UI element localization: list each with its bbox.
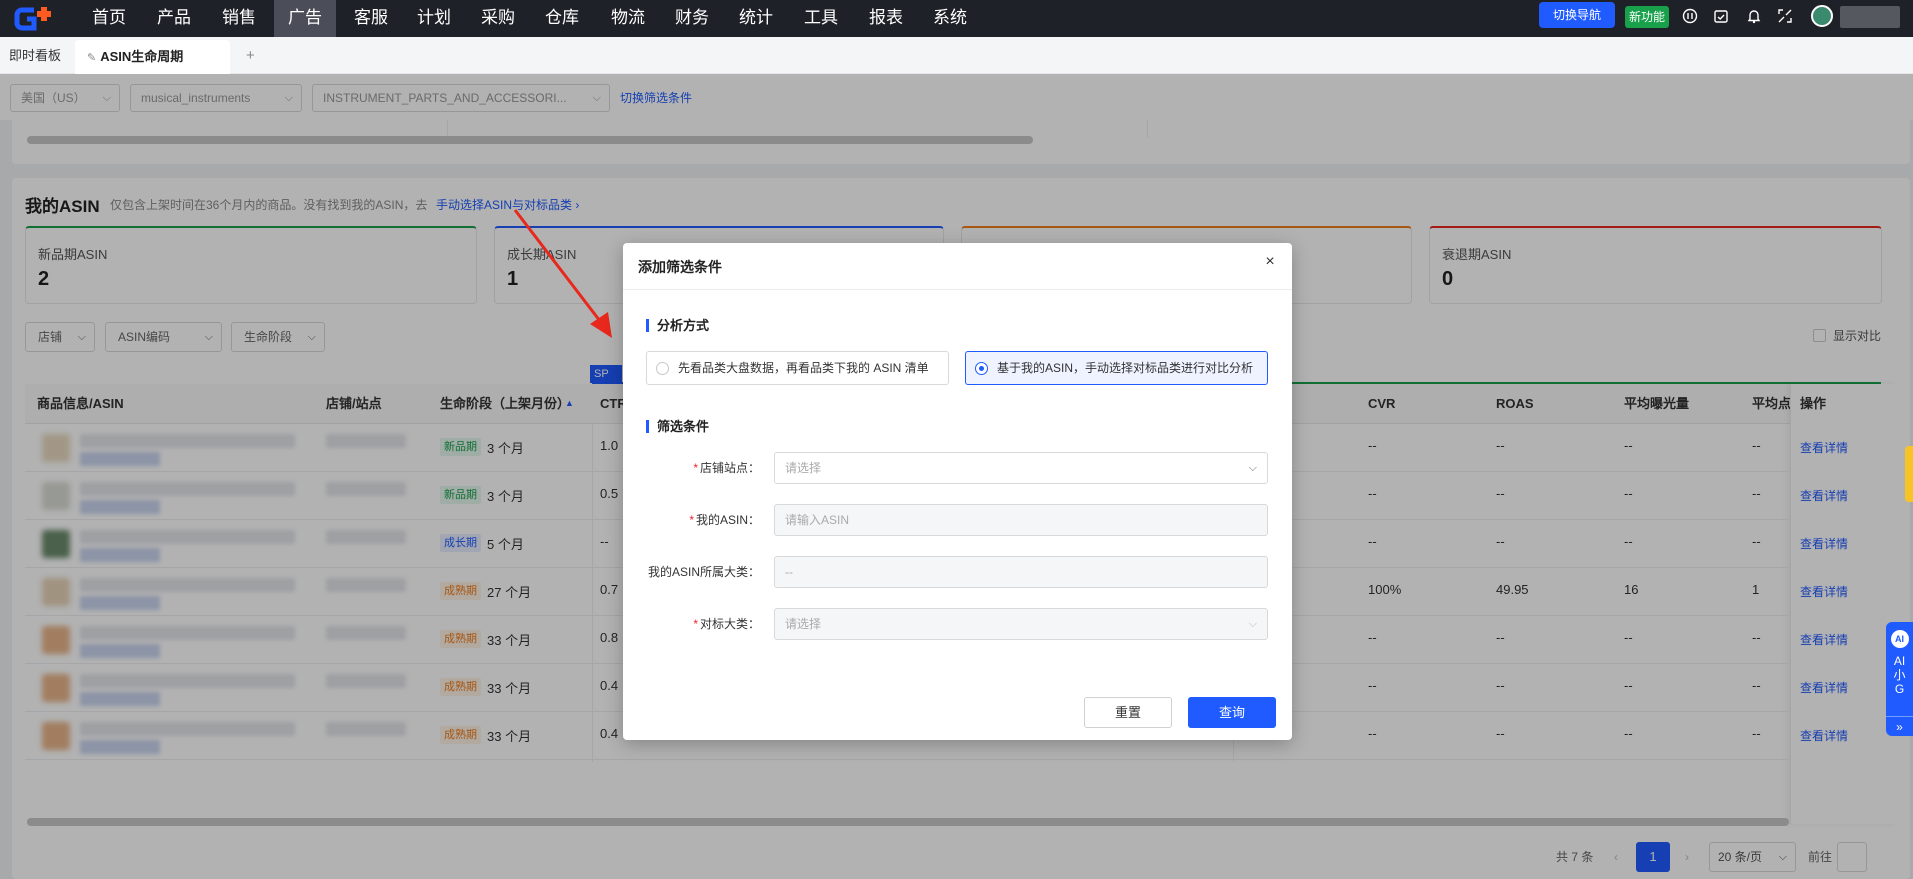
filter-conditions-heading: 筛选条件: [646, 420, 709, 433]
query-button[interactable]: 查询: [1188, 697, 1276, 728]
add-filter-dialog: [623, 243, 1292, 740]
new-feature-badge[interactable]: 新功能: [1625, 6, 1669, 28]
nav-item[interactable]: 仓库: [533, 0, 591, 37]
nav-item[interactable]: 财务: [662, 0, 722, 37]
fullscreen-icon[interactable]: [1776, 8, 1794, 26]
nav-item[interactable]: 广告: [274, 0, 336, 37]
bell-icon[interactable]: [1745, 8, 1763, 26]
asin-category-label: 我的ASIN所属大类：: [647, 565, 760, 579]
dialog-title: 添加筛选条件: [638, 259, 722, 275]
nav-item[interactable]: 工具: [790, 0, 852, 37]
avatar[interactable]: [1811, 5, 1833, 27]
pin-icon: ✎: [87, 52, 97, 64]
ai-icon: AI: [1890, 630, 1909, 648]
chevron-down-icon: ⌵: [1248, 618, 1257, 630]
nav-item[interactable]: 产品: [144, 0, 204, 37]
nav-item[interactable]: 物流: [597, 0, 659, 37]
tab-dashboard[interactable]: 即时看板: [0, 37, 70, 74]
analysis-method-heading: 分析方式: [646, 319, 709, 332]
username-redacted[interactable]: [1840, 6, 1900, 28]
benchmark-category-select[interactable]: 请选择 ⌵: [774, 608, 1268, 640]
radio-selected-icon: [975, 362, 988, 375]
nav-item[interactable]: 系统: [921, 0, 979, 37]
tab-asin-lifecycle[interactable]: ✎ ASIN生命周期: [75, 40, 230, 74]
benchmark-category-label: * 对标大类：: [693, 617, 760, 631]
tab-bar: [0, 37, 1913, 74]
tab-asin-lifecycle-label: ASIN生命周期: [100, 49, 184, 64]
add-tab-button[interactable]: +: [246, 37, 255, 74]
shop-site-select[interactable]: 请选择 ⌵: [774, 452, 1268, 484]
dialog-divider: [623, 289, 1292, 290]
my-asin-label: * 我的ASIN：: [689, 513, 760, 527]
option-my-asin-first[interactable]: 基于我的ASIN，手动选择对标品类进行对比分析: [965, 351, 1268, 385]
close-icon[interactable]: ×: [1262, 254, 1278, 270]
ai-label: AI小G: [1893, 654, 1906, 696]
reset-button[interactable]: 重置: [1084, 697, 1172, 728]
nav-item[interactable]: 报表: [856, 0, 916, 37]
help-icon[interactable]: [1681, 8, 1699, 26]
logo-icon[interactable]: [14, 4, 60, 34]
side-tab[interactable]: [1905, 446, 1913, 502]
switch-nav-button[interactable]: 切换导航: [1539, 2, 1615, 28]
task-check-icon[interactable]: [1712, 8, 1730, 26]
shop-site-label: * 店铺站点：: [693, 461, 760, 475]
asin-category-field: --: [774, 556, 1268, 588]
nav-item[interactable]: 首页: [78, 0, 140, 37]
nav-item[interactable]: 客服: [341, 0, 401, 37]
chevron-down-icon: ⌵: [1248, 462, 1257, 474]
my-asin-input[interactable]: 请输入ASIN: [774, 504, 1268, 536]
nav-item[interactable]: 采购: [469, 0, 527, 37]
ai-assistant-widget[interactable]: AI AI小G »: [1886, 622, 1913, 736]
option-category-first[interactable]: 先看品类大盘数据，再看品类下我的 ASIN 清单: [646, 351, 949, 385]
nav-item[interactable]: 计划: [405, 0, 463, 37]
expand-icon[interactable]: »: [1886, 716, 1913, 736]
nav-item[interactable]: 销售: [209, 0, 269, 37]
radio-icon: [656, 362, 669, 375]
nav-item[interactable]: 统计: [726, 0, 786, 37]
